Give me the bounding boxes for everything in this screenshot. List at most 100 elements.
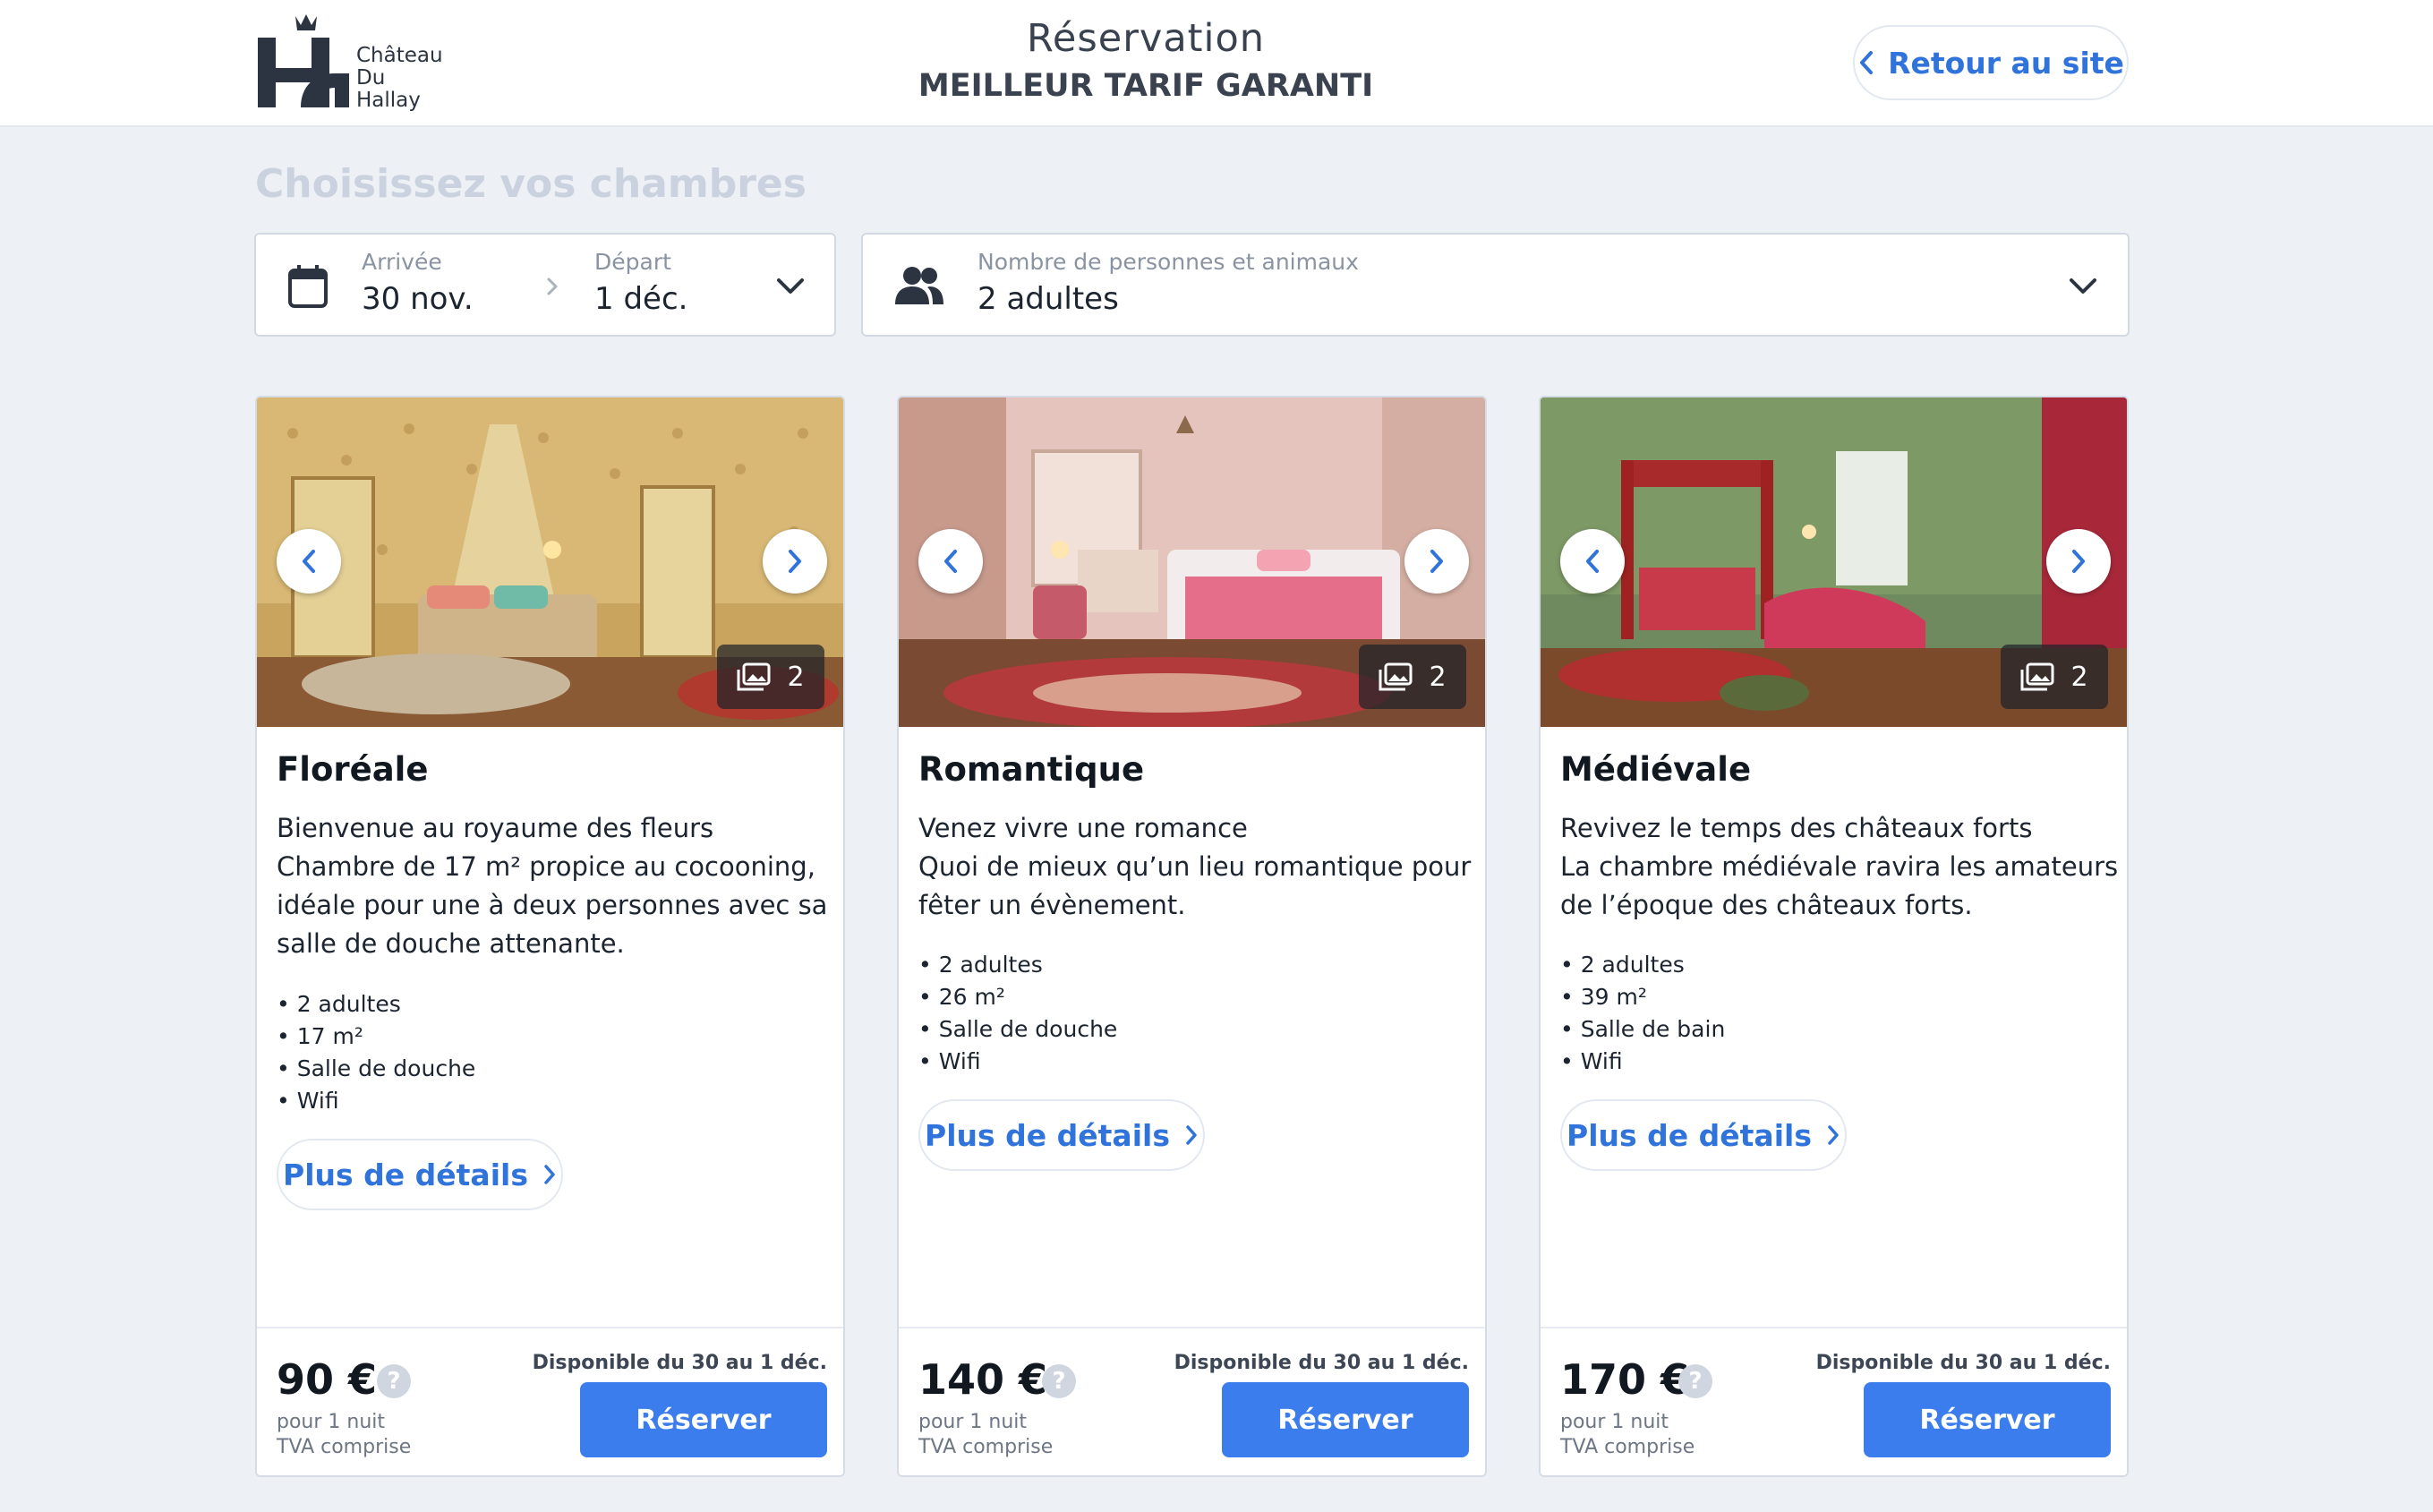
room-name: Romantique xyxy=(918,750,1145,789)
price-footer: 140 € ? pour 1 nuit TVA comprise Disponi… xyxy=(899,1327,1485,1475)
room-features: 2 adultes 17 m² Salle de douche Wifi xyxy=(277,988,476,1117)
chevron-right-icon xyxy=(1430,550,1443,573)
description-line: Quoi de mieux qu’un lieu romantique pour xyxy=(918,851,1472,882)
chevron-right-icon xyxy=(2072,550,2085,573)
chevron-down-icon[interactable] xyxy=(2068,274,2098,299)
gallery-icon xyxy=(737,662,771,691)
room-name: Floréale xyxy=(277,750,429,789)
description-line: Bienvenue au royaume des fleurs xyxy=(277,813,714,843)
room-features: 2 adultes 39 m² Salle de bain Wifi xyxy=(1560,949,1726,1078)
arrival-label: Arrivée xyxy=(362,249,442,275)
departure-label: Départ xyxy=(594,249,671,275)
photo-count-value: 2 xyxy=(2070,661,2088,693)
photo-count-value: 2 xyxy=(787,661,805,693)
chevron-right-icon xyxy=(1828,1125,1839,1145)
back-to-site-label: Retour au site xyxy=(1888,45,2124,81)
description-line: Revivez le temps des châteaux forts xyxy=(1560,813,2033,843)
room-description: Revivez le temps des châteaux forts La c… xyxy=(1560,809,2119,925)
photo-gallery-button[interactable]: 2 xyxy=(717,645,824,709)
chevron-right-icon xyxy=(547,278,558,295)
gallery-icon xyxy=(1379,662,1413,691)
people-icon xyxy=(895,267,943,304)
description-line: Venez vivre une romance xyxy=(918,813,1248,843)
chevron-right-icon xyxy=(789,550,801,573)
arrival-value[interactable]: 30 nov. xyxy=(362,281,474,317)
reserve-button[interactable]: Réserver xyxy=(580,1382,827,1457)
room-name: Médiévale xyxy=(1560,750,1752,789)
chevron-down-icon[interactable] xyxy=(775,274,806,299)
description-line: La chambre médiévale ravira les amateurs xyxy=(1560,851,2119,882)
next-photo-button[interactable] xyxy=(763,529,827,594)
previous-photo-button[interactable] xyxy=(277,529,341,594)
section-title: Choisissez vos chambres xyxy=(255,161,807,207)
room-description: Bienvenue au royaume des fleurs Chambre … xyxy=(277,809,832,963)
calendar-icon xyxy=(288,265,328,308)
departure-value[interactable]: 1 déc. xyxy=(594,281,687,317)
price-unit: pour 1 nuit xyxy=(1560,1411,1669,1433)
feature-item: 2 adultes xyxy=(1560,949,1725,981)
room-price: 90 € xyxy=(277,1355,378,1404)
price-footer: 170 € ? pour 1 nuit TVA comprise Disponi… xyxy=(1541,1327,2127,1475)
feature-item: 2 adultes xyxy=(918,949,1117,981)
previous-photo-button[interactable] xyxy=(918,529,983,594)
room-photo[interactable]: 2 xyxy=(899,397,1485,727)
guests-label: Nombre de personnes et animaux xyxy=(977,249,1359,275)
chevron-right-icon xyxy=(544,1165,555,1184)
price-footer: 90 € ? pour 1 nuit TVA comprise Disponib… xyxy=(257,1327,843,1475)
room-photo[interactable]: 2 xyxy=(1541,397,2127,727)
next-photo-button[interactable] xyxy=(1404,529,1469,594)
date-picker[interactable]: Arrivée 30 nov. Départ 1 déc. xyxy=(254,233,836,337)
photo-count-value: 2 xyxy=(1429,661,1447,693)
next-photo-button[interactable] xyxy=(2046,529,2111,594)
more-details-button[interactable]: Plus de détails xyxy=(277,1139,563,1210)
chevron-left-icon xyxy=(1860,51,1874,74)
room-card-romantique: 2 Romantique Venez vivre une romance Quo… xyxy=(897,396,1487,1477)
price-unit: pour 1 nuit xyxy=(277,1411,386,1433)
feature-item: 39 m² xyxy=(1560,981,1725,1013)
help-icon[interactable]: ? xyxy=(377,1364,411,1398)
price-unit: pour 1 nuit xyxy=(918,1411,1028,1433)
reserve-button[interactable]: Réserver xyxy=(1222,1382,1469,1457)
photo-gallery-button[interactable]: 2 xyxy=(1359,645,1466,709)
help-icon[interactable]: ? xyxy=(1042,1364,1076,1398)
gallery-icon xyxy=(2020,662,2054,691)
feature-item: Salle de douche xyxy=(277,1053,476,1085)
description-line: Chambre de 17 m² propice au cocooning, xyxy=(277,851,815,882)
feature-item: Wifi xyxy=(918,1046,1117,1078)
room-description: Venez vivre une romance Quoi de mieux qu… xyxy=(918,809,1473,925)
chevron-right-icon xyxy=(1186,1125,1197,1145)
availability-text: Disponible du 30 au 1 déc. xyxy=(532,1352,827,1374)
room-card-medievale: 2 Médiévale Revivez le temps des château… xyxy=(1539,396,2129,1477)
tax-note: TVA comprise xyxy=(918,1436,1054,1458)
feature-item: Salle de douche xyxy=(918,1013,1118,1046)
tax-note: TVA comprise xyxy=(277,1436,412,1458)
help-icon[interactable]: ? xyxy=(1678,1364,1712,1398)
feature-item: 2 adultes xyxy=(277,988,475,1021)
room-price: 170 € xyxy=(1560,1355,1690,1404)
top-header: Château Du Hallay Réservation MEILLEUR T… xyxy=(0,0,2433,127)
feature-item: Salle de bain xyxy=(1560,1013,1726,1046)
room-photo[interactable]: 2 xyxy=(257,397,843,727)
availability-text: Disponible du 30 au 1 déc. xyxy=(1815,1352,2111,1374)
availability-text: Disponible du 30 au 1 déc. xyxy=(1174,1352,1469,1374)
room-price: 140 € xyxy=(918,1355,1048,1404)
photo-gallery-button[interactable]: 2 xyxy=(2001,645,2108,709)
feature-item: 26 m² xyxy=(918,981,1117,1013)
more-details-label: Plus de détails xyxy=(925,1117,1170,1153)
more-details-button[interactable]: Plus de détails xyxy=(1560,1099,1847,1171)
feature-item: Wifi xyxy=(1560,1046,1725,1078)
guests-value[interactable]: 2 adultes xyxy=(977,281,1119,317)
description-line: idéale pour une à deux personnes avec sa xyxy=(277,890,828,920)
chevron-left-icon xyxy=(944,550,957,573)
back-to-site-button[interactable]: Retour au site xyxy=(1853,25,2129,100)
more-details-button[interactable]: Plus de détails xyxy=(918,1099,1205,1171)
more-details-label: Plus de détails xyxy=(1567,1117,1812,1153)
previous-photo-button[interactable] xyxy=(1560,529,1625,594)
chevron-left-icon xyxy=(303,550,315,573)
guests-selector[interactable]: Nombre de personnes et animaux 2 adultes xyxy=(861,233,2130,337)
room-features: 2 adultes 26 m² Salle de douche Wifi xyxy=(918,949,1118,1078)
room-card-floreale: 2 Floréale Bienvenue au royaume des fleu… xyxy=(255,396,845,1477)
feature-item: 17 m² xyxy=(277,1021,475,1053)
reserve-button[interactable]: Réserver xyxy=(1864,1382,2111,1457)
description-line: de l’époque des châteaux forts. xyxy=(1560,890,1973,920)
